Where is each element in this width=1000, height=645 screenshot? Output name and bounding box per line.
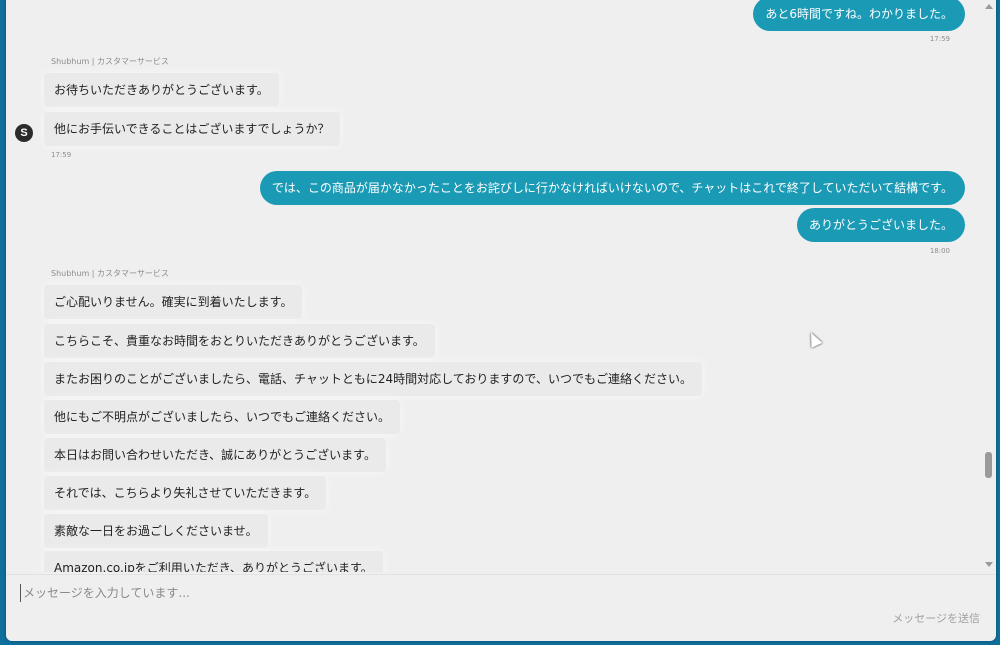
message-timestamp: 17:59 [929, 35, 950, 43]
incoming-message: 本日はお問い合わせいただき、誠にありがとうございます。 [44, 438, 386, 472]
mouse-pointer-icon [805, 330, 823, 348]
chat-scrollbar[interactable] [982, 0, 996, 575]
message-input[interactable] [20, 584, 963, 602]
message-timestamp: 18:00 [929, 247, 950, 255]
chat-window: あと6時間ですね。わかりました。 17:59 Shubhum | カスタマーサー… [6, 0, 996, 641]
message-timestamp: 17:59 [51, 151, 72, 159]
outgoing-message: ありがとうございました。 [796, 208, 965, 242]
message-list[interactable]: あと6時間ですね。わかりました。 17:59 Shubhum | カスタマーサー… [6, 0, 981, 572]
incoming-message: 素敵な一日をお過ごしくださいませ。 [44, 514, 268, 548]
incoming-message: ご心配いりません。確実に到着いたします。 [44, 285, 303, 319]
incoming-message: 他にもご不明点がございましたら、いつでもご連絡ください。 [44, 400, 401, 434]
send-message-button[interactable]: メッセージを送信 [892, 610, 980, 626]
incoming-message: Amazon.co.jpをご利用いただき、ありがとうございます。 [44, 551, 383, 572]
incoming-message: こちらこそ、貴重なお時間をおとりいただきありがとうございます。 [44, 324, 435, 358]
incoming-message: 他にお手伝いできることはございますでしょうか？ [44, 112, 340, 146]
incoming-message: それでは、こちらより失礼させていただきます。 [44, 476, 327, 510]
sender-label: Shubhum | カスタマーサービス [51, 57, 169, 66]
agent-avatar: S [15, 124, 33, 142]
sender-label: Shubhum | カスタマーサービス [51, 269, 169, 278]
scroll-down-arrow-icon[interactable] [985, 562, 993, 567]
scroll-thumb[interactable] [985, 452, 992, 478]
scroll-up-arrow-icon[interactable] [985, 4, 993, 9]
incoming-message: お待ちいただきありがとうございます。 [44, 73, 279, 107]
outgoing-message: あと6時間ですね。わかりました。 [753, 0, 965, 31]
outgoing-message: では、この商品が届かなかったことをお詫びしに行かなければいけないので、チャットは… [259, 171, 965, 205]
composer-divider [6, 574, 996, 575]
incoming-message: またお困りのことがございましたら、電話、チャットともに24時間対応しておりますの… [44, 362, 702, 396]
